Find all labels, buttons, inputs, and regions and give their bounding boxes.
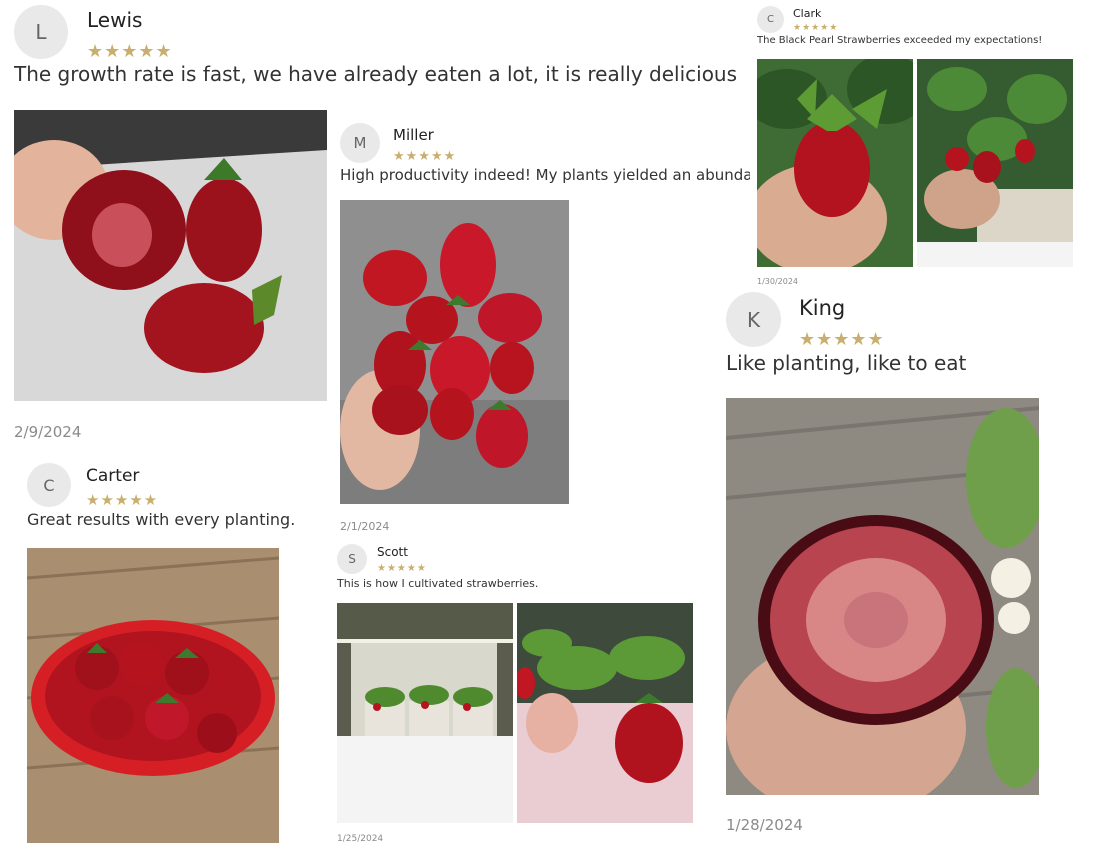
star-rating: ★★★★★ [87, 41, 173, 62]
reviewer-name: Clark [793, 7, 822, 20]
reviewer-name: Scott [377, 545, 408, 559]
review-photo[interactable] [757, 59, 913, 267]
avatar: C [757, 6, 784, 33]
avatar: M [340, 123, 380, 163]
star-rating: ★★★★★ [793, 23, 839, 33]
review-photo[interactable] [14, 110, 327, 401]
review-photo[interactable] [517, 603, 693, 823]
review-date: 1/25/2024 [337, 834, 384, 843]
review-date: 2/9/2024 [14, 423, 82, 441]
star-rating: ★★★★★ [393, 149, 457, 164]
review-text: The growth rate is fast, we have already… [14, 62, 738, 86]
star-rating: ★★★★★ [799, 329, 885, 350]
review-photo[interactable] [27, 548, 279, 843]
review-photo[interactable] [337, 603, 513, 736]
avatar: S [337, 544, 367, 574]
reviewer-name: King [799, 296, 846, 320]
reviewer-name: Lewis [87, 8, 143, 32]
avatar: L [14, 5, 68, 59]
reviewer-name: Miller [393, 126, 434, 144]
review-date: 1/28/2024 [726, 816, 803, 834]
star-rating: ★★★★★ [86, 491, 159, 509]
avatar: K [726, 292, 781, 347]
star-rating: ★★★★★ [377, 563, 427, 574]
review-text: The Black Pearl Strawberries exceeded my… [757, 35, 1043, 46]
review-text: Like planting, like to eat [726, 351, 967, 375]
avatar: C [27, 463, 71, 507]
review-text: Great results with every planting. [27, 510, 296, 529]
review-date: 2/1/2024 [340, 520, 390, 533]
review-photo[interactable] [340, 200, 569, 504]
photo-placeholder [917, 242, 1073, 267]
reviewer-name: Carter [86, 466, 140, 486]
photo-placeholder [337, 736, 513, 823]
review-photo[interactable] [726, 398, 1039, 795]
review-text: This is how I cultivated strawberries. [337, 577, 539, 590]
review-date: 1/30/2024 [757, 277, 799, 286]
review-text: High productivity indeed! My plants yiel… [340, 166, 750, 184]
review-photo[interactable] [917, 59, 1073, 242]
